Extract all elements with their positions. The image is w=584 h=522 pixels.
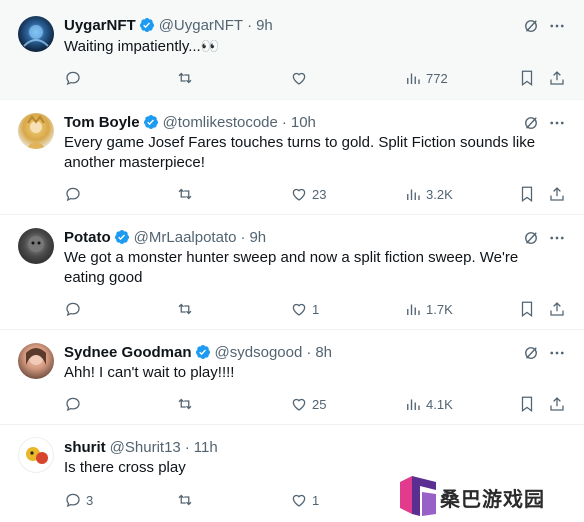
share-icon[interactable] [548,299,566,319]
tweet-text: Waiting impatiently...👀 [64,38,220,55]
views-button[interactable]: 772 [404,68,448,88]
heart-icon [292,303,306,316]
separator-dot: · [281,113,287,131]
tweet[interactable]: Sydnee Goodman @sydsogood · 8h Ahh! I ca… [0,330,584,425]
tweet-actions: 25 4.1K [64,394,564,414]
reply-button[interactable] [64,68,86,88]
more-options-icon[interactable] [548,344,566,362]
reply-button[interactable] [64,394,86,414]
display-name[interactable]: Tom Boyle [64,114,140,131]
reply-button[interactable] [64,184,86,204]
timestamp[interactable]: 9h [256,17,273,34]
handle[interactable]: @MrLaalpotato [134,229,237,246]
handle[interactable]: @UygarNFT [159,17,243,34]
like-button[interactable]: 1 [290,299,319,319]
watermark-text: 桑巴游戏园 [440,489,545,511]
grok-icon[interactable] [522,17,540,35]
share-icon[interactable] [548,394,566,414]
separator-dot: · [306,343,312,361]
more-options-icon[interactable] [548,229,566,247]
retweet-icon [178,188,192,200]
separator-dot: · [247,16,253,34]
tweet-text: Every game Josef Fares touches turns to … [64,134,536,171]
views-icon [407,189,420,200]
bookmark-icon[interactable] [518,394,536,414]
timestamp[interactable]: 11h [194,439,218,456]
retweet-button[interactable] [176,299,198,319]
like-button[interactable]: 23 [290,184,326,204]
heart-icon [292,72,306,85]
views-button[interactable]: 3.2K [404,184,453,204]
display-name[interactable]: Sydnee Goodman [64,344,192,361]
reply-icon [66,493,80,508]
display-name[interactable]: Potato [64,229,111,246]
tweet-actions: 23 3.2K [64,184,564,204]
timestamp[interactable]: 10h [291,114,316,131]
avatar[interactable] [18,437,54,473]
timestamp[interactable]: 9h [249,229,266,246]
bookmark-icon[interactable] [518,68,536,88]
reply-button[interactable] [64,299,86,319]
tweet-text: Ahh! I can't wait to play!!!! [64,364,235,381]
heart-icon [292,494,306,507]
retweet-button[interactable] [176,68,198,88]
reply-icon [66,71,80,86]
like-button[interactable] [290,68,312,88]
share-icon[interactable] [548,68,566,88]
verified-badge-icon [143,115,158,129]
handle[interactable]: @sydsogood [215,344,303,361]
separator-dot: · [184,438,190,456]
retweet-button[interactable] [176,184,198,204]
verified-badge-icon [114,230,129,244]
separator-dot: · [240,228,246,246]
watermark-logo: 桑巴游戏园 [396,470,584,522]
views-icon [407,73,420,84]
display-name[interactable]: shurit [64,439,106,456]
avatar[interactable] [18,16,54,52]
handle[interactable]: @tomlikestocode [163,114,278,131]
views-button[interactable]: 1.7K [404,299,453,319]
avatar[interactable] [18,228,54,264]
reply-icon [66,187,80,202]
like-button[interactable]: 1 [290,490,319,510]
retweet-icon [178,398,192,410]
timestamp[interactable]: 8h [315,344,332,361]
heart-icon [292,398,306,411]
tweet[interactable]: Potato @MrLaalpotato · 9h We got a monst… [0,215,584,330]
tweet-text: We got a monster hunter sweep and now a … [64,249,519,286]
like-button[interactable]: 25 [290,394,326,414]
views-icon [407,304,420,315]
verified-badge-icon [139,18,154,32]
watermark-logo-icon [400,476,436,516]
display-name[interactable]: UygarNFT [64,17,136,34]
views-icon [407,399,420,410]
share-icon[interactable] [548,184,566,204]
retweet-button[interactable] [176,490,198,510]
reply-button[interactable]: 3 [64,490,93,510]
more-options-icon[interactable] [548,17,566,35]
views-button[interactable]: 4.1K [404,394,453,414]
retweet-icon [178,303,192,315]
tweet[interactable]: UygarNFT @UygarNFT · 9h Waiting impatien… [0,0,584,100]
bookmark-icon[interactable] [518,184,536,204]
more-options-icon[interactable] [548,114,566,132]
handle[interactable]: @Shurit13 [110,439,181,456]
bookmark-icon[interactable] [518,299,536,319]
heart-icon [292,188,306,201]
tweet-feed: UygarNFT @UygarNFT · 9h Waiting impatien… [0,0,584,522]
grok-icon[interactable] [522,229,540,247]
retweet-button[interactable] [176,394,198,414]
reply-icon [66,397,80,412]
avatar[interactable] [18,113,54,149]
tweet-actions: 1 1.7K [64,299,564,319]
tweet[interactable]: Tom Boyle @tomlikestocode · 10h Every ga… [0,100,584,215]
tweet-actions: 772 [64,68,564,88]
retweet-icon [178,494,192,506]
grok-icon[interactable] [522,114,540,132]
avatar[interactable] [18,343,54,379]
retweet-icon [178,72,192,84]
grok-icon[interactable] [522,344,540,362]
reply-icon [66,302,80,317]
verified-badge-icon [195,345,210,359]
